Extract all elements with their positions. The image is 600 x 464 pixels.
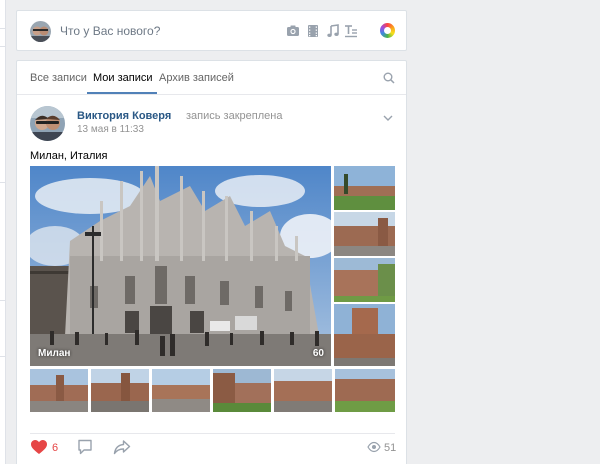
status-input[interactable]: Что у Вас нового? [60,24,160,38]
photo-album-label: Милан [38,348,71,359]
photo-count: 60 [312,348,324,359]
camera-icon[interactable] [286,24,300,38]
left-sidebar-edge [0,0,6,464]
photo-thumbnail[interactable] [91,369,149,412]
wall-posts-card: Все записи Мои записи Архив записей Викт… [16,60,407,464]
tab-all-posts[interactable]: Все записи [30,72,87,84]
share-icon[interactable] [113,439,131,455]
views-icon [367,441,381,453]
text-format-icon[interactable] [344,24,358,38]
music-icon[interactable] [326,24,340,38]
post-author-link[interactable]: Виктория Коверя [77,110,171,122]
actions-divider [30,433,395,434]
photo-thumbnail[interactable] [334,258,395,302]
author-avatar[interactable] [30,106,65,141]
post-date[interactable]: 13 мая в 11:33 [77,124,144,135]
pinned-status: запись закреплена [186,110,283,122]
photo-thumbnail[interactable] [30,369,88,412]
photo-thumbnail[interactable] [152,369,210,412]
avatar[interactable] [30,21,51,42]
video-icon[interactable] [306,24,320,38]
post-composer: Что у Вас нового? [16,10,407,51]
photo-thumbnail[interactable] [334,166,395,210]
photo-thumbnail[interactable] [274,369,332,412]
main-photo[interactable]: Милан 60 [30,166,331,366]
photo-thumbnail[interactable] [334,212,395,256]
active-tab-indicator [87,92,157,94]
likes-count[interactable]: 6 [52,442,58,454]
tab-archive[interactable]: Архив записей [159,72,234,84]
search-icon[interactable] [383,72,395,84]
post-text: Милан, Италия [30,150,108,162]
views-count: 51 [384,442,397,454]
color-picker-icon[interactable] [380,23,395,38]
photo-thumbnail[interactable] [213,369,271,412]
comment-icon[interactable] [77,439,93,455]
tab-my-posts[interactable]: Мои записи [93,72,153,84]
photo-thumbnail[interactable] [334,304,395,366]
wall-tabs: Все записи Мои записи Архив записей [17,61,406,95]
chevron-down-icon[interactable] [383,115,393,121]
photo-thumbnail[interactable] [335,369,395,412]
like-icon[interactable] [30,439,48,455]
